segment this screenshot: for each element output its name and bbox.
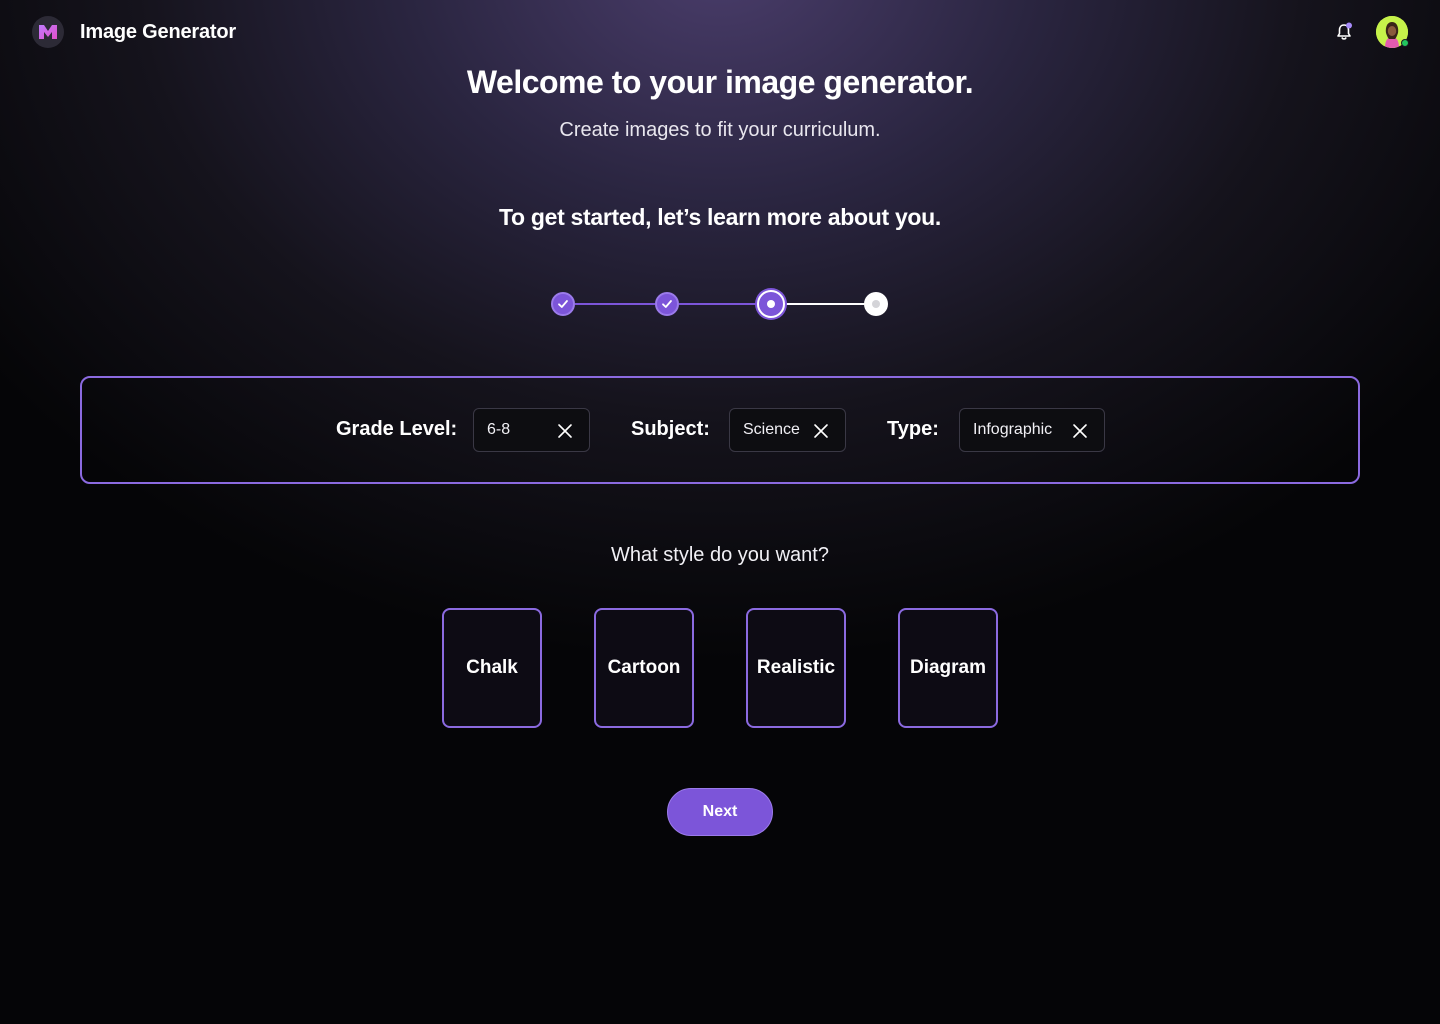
- close-icon[interactable]: [813, 423, 829, 439]
- check-icon: [558, 300, 568, 308]
- app-title: Image Generator: [80, 20, 236, 43]
- close-icon[interactable]: [1072, 423, 1088, 439]
- upcoming-step-dot: [872, 300, 880, 308]
- m-logo-icon: [32, 16, 64, 48]
- subject-label: Subject:: [631, 418, 710, 440]
- style-option-realistic[interactable]: Realistic: [746, 608, 846, 728]
- style-option-label: Chalk: [466, 657, 518, 678]
- type-value: Infographic: [973, 421, 1053, 438]
- grade-level-chip[interactable]: 6-8: [473, 408, 590, 452]
- step-1-completed: [551, 292, 575, 316]
- subject-value: Science: [743, 421, 800, 438]
- stepper-connector-2: [679, 303, 757, 305]
- style-option-diagram[interactable]: Diagram: [898, 608, 998, 728]
- style-option-label: Cartoon: [607, 657, 681, 678]
- check-icon: [662, 300, 672, 308]
- step-3-current: [757, 290, 785, 318]
- page-subtitle: Create images to fit your curriculum.: [559, 119, 881, 141]
- app-brand[interactable]: Image Generator: [32, 16, 236, 48]
- grade-level-label: Grade Level:: [336, 418, 458, 440]
- style-option-cartoon[interactable]: Cartoon: [594, 608, 694, 728]
- stepper-connector-1: [575, 303, 655, 305]
- bell-icon[interactable]: [1334, 22, 1354, 42]
- app-header: Image Generator: [0, 0, 1440, 64]
- style-option-chalk[interactable]: Chalk: [442, 608, 542, 728]
- style-option-label: Diagram: [909, 657, 987, 678]
- step-2-completed: [655, 292, 679, 316]
- close-icon[interactable]: [557, 423, 573, 439]
- progress-stepper: [551, 290, 889, 318]
- selection-summary-panel: [80, 376, 1360, 484]
- style-question: What style do you want?: [611, 544, 829, 566]
- online-status-dot: [1401, 39, 1409, 47]
- step-4-upcoming: [864, 292, 888, 316]
- page-title: Welcome to your image generator.: [466, 64, 974, 100]
- style-option-label: Realistic: [756, 657, 836, 678]
- type-chip[interactable]: Infographic: [959, 408, 1105, 452]
- current-step-dot: [767, 300, 775, 308]
- stepper-connector-3: [785, 303, 865, 305]
- grade-level-value: 6-8: [487, 421, 511, 438]
- subject-chip[interactable]: Science: [729, 408, 846, 452]
- type-label: Type:: [887, 418, 939, 440]
- next-button[interactable]: Next: [667, 788, 773, 836]
- section-heading: To get started, let’s learn more about y…: [498, 204, 942, 230]
